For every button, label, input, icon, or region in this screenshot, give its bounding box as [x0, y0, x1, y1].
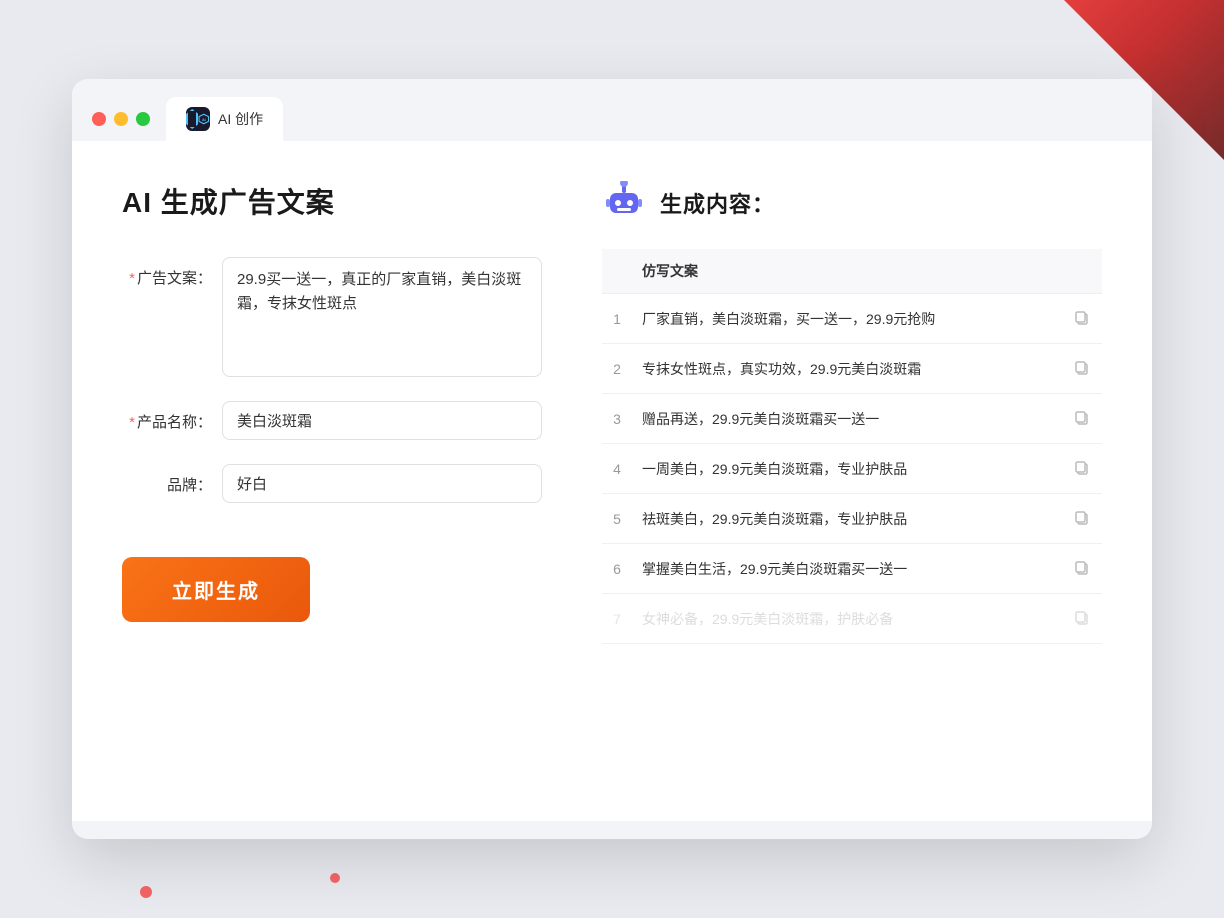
close-button[interactable]: [92, 112, 106, 126]
copy-cell: [1062, 594, 1102, 644]
copy-cell: [1062, 444, 1102, 494]
row-number: 1: [602, 294, 632, 344]
generate-button[interactable]: 立即生成: [122, 557, 310, 622]
product-name-input[interactable]: [222, 401, 542, 440]
result-title: 生成内容：: [660, 187, 775, 219]
row-number: 2: [602, 344, 632, 394]
robot-icon: [602, 181, 646, 225]
table-row: 1厂家直销，美白淡斑霜，买一送一，29.9元抢购: [602, 294, 1102, 344]
tab-label: AI 创作: [218, 109, 263, 129]
table-row: 5祛斑美白，29.9元美白淡斑霜，专业护肤品: [602, 494, 1102, 544]
ad-copy-input[interactable]: [222, 257, 542, 377]
row-text: 专抹女性斑点，真实功效，29.9元美白淡斑霜: [632, 344, 1062, 394]
results-table: 仿写文案 1厂家直销，美白淡斑霜，买一送一，29.9元抢购 2专抹女性斑点，真实…: [602, 249, 1102, 644]
result-header: 生成内容：: [602, 181, 1102, 225]
row-text: 赠品再送，29.9元美白淡斑霜买一送一: [632, 394, 1062, 444]
ad-copy-row: *广告文案：: [122, 257, 542, 377]
brand-input[interactable]: [222, 464, 542, 503]
traffic-lights: [92, 112, 150, 126]
dot-decoration-2: [330, 873, 340, 883]
product-name-row: *产品名称：: [122, 401, 542, 440]
copy-icon[interactable]: [1072, 608, 1092, 628]
row-text: 祛斑美白，29.9元美白淡斑霜，专业护肤品: [632, 494, 1062, 544]
table-row: 4一周美白，29.9元美白淡斑霜，专业护肤品: [602, 444, 1102, 494]
copy-icon[interactable]: [1072, 408, 1092, 428]
ad-copy-label: *广告文案：: [122, 257, 212, 288]
copy-icon[interactable]: [1072, 358, 1092, 378]
row-number: 5: [602, 494, 632, 544]
table-header-row: 仿写文案: [602, 249, 1102, 294]
right-panel: 生成内容： 仿写文案 1厂家直销，美白淡斑霜，买一送一，29.9元抢购 2专抹女…: [602, 181, 1102, 781]
table-row: 3赠品再送，29.9元美白淡斑霜买一送一: [602, 394, 1102, 444]
brand-label: 品牌：: [122, 464, 212, 495]
row-text: 厂家直销，美白淡斑霜，买一送一，29.9元抢购: [632, 294, 1062, 344]
brand-row: 品牌：: [122, 464, 542, 503]
minimize-button[interactable]: [114, 112, 128, 126]
title-bar: AI AI 创作: [72, 79, 1152, 141]
copy-icon[interactable]: [1072, 308, 1092, 328]
row-number: 3: [602, 394, 632, 444]
ai-tab[interactable]: AI AI 创作: [166, 97, 283, 141]
required-star-2: *: [129, 414, 135, 431]
copy-cell: [1062, 394, 1102, 444]
table-row: 6掌握美白生活，29.9元美白淡斑霜买一送一: [602, 544, 1102, 594]
svg-text:AI: AI: [202, 118, 206, 122]
table-row: 2专抹女性斑点，真实功效，29.9元美白淡斑霜: [602, 344, 1102, 394]
dot-decoration-1: [140, 886, 152, 898]
table-row: 7女神必备，29.9元美白淡斑霜，护肤必备: [602, 594, 1102, 644]
copy-cell: [1062, 294, 1102, 344]
required-star-1: *: [129, 270, 135, 287]
product-name-label: *产品名称：: [122, 401, 212, 432]
copy-icon[interactable]: [1072, 558, 1092, 578]
browser-window: AI AI 创作 AI 生成广告文案 *广告文案： *产品名称：: [72, 79, 1152, 839]
col-copy-header: [1062, 249, 1102, 294]
copy-icon[interactable]: [1072, 458, 1092, 478]
copy-icon[interactable]: [1072, 508, 1092, 528]
row-number: 4: [602, 444, 632, 494]
col-text-header: 仿写文案: [632, 249, 1062, 294]
row-text: 一周美白，29.9元美白淡斑霜，专业护肤品: [632, 444, 1062, 494]
row-text: 掌握美白生活，29.9元美白淡斑霜买一送一: [632, 544, 1062, 594]
left-panel: AI 生成广告文案 *广告文案： *产品名称： 品牌： 立: [122, 181, 542, 781]
row-number: 6: [602, 544, 632, 594]
ai-tab-icon: AI: [186, 107, 210, 131]
copy-cell: [1062, 344, 1102, 394]
copy-cell: [1062, 494, 1102, 544]
maximize-button[interactable]: [136, 112, 150, 126]
row-text: 女神必备，29.9元美白淡斑霜，护肤必备: [632, 594, 1062, 644]
copy-cell: [1062, 544, 1102, 594]
page-title: AI 生成广告文案: [122, 181, 542, 221]
row-number: 7: [602, 594, 632, 644]
content-area: AI 生成广告文案 *广告文案： *产品名称： 品牌： 立: [72, 141, 1152, 821]
col-num-header: [602, 249, 632, 294]
